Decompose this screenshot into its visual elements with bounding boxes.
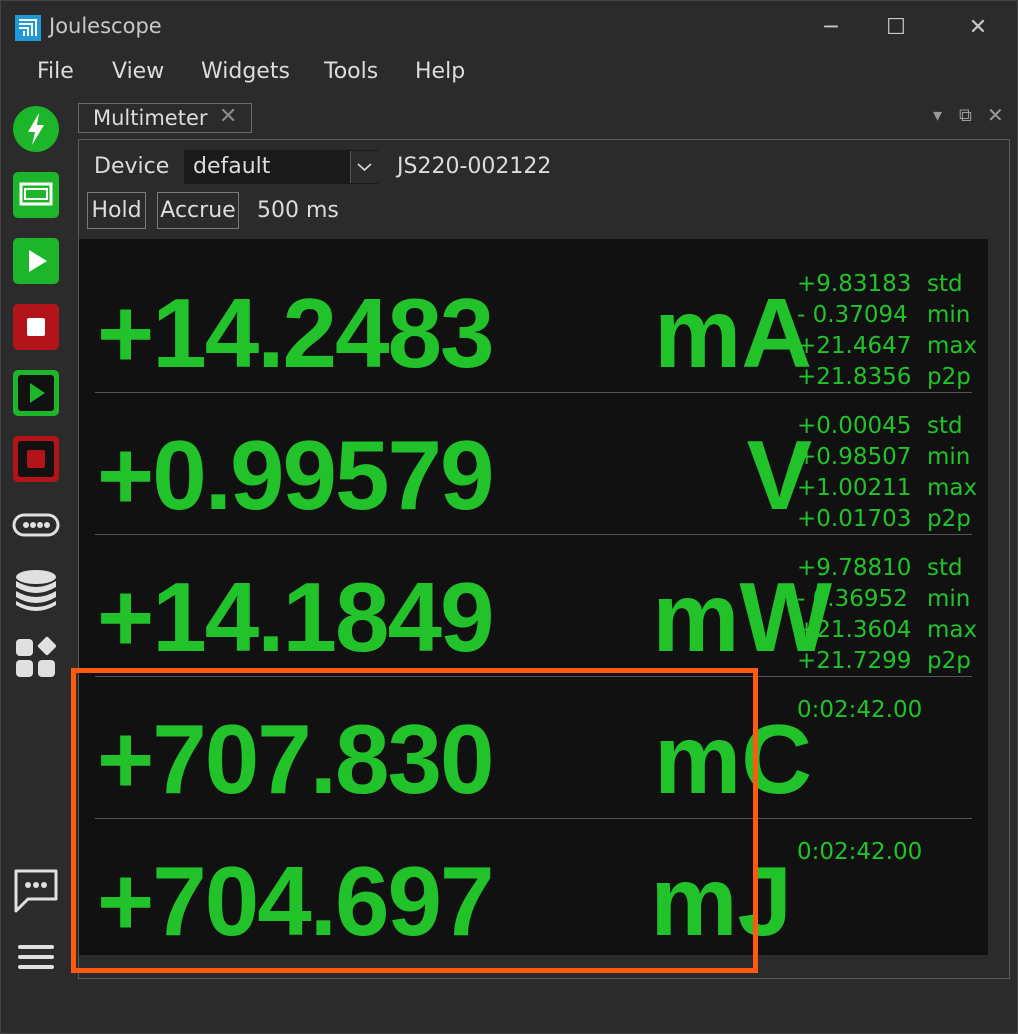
widgets-icon[interactable] xyxy=(12,633,60,681)
menu-widgets[interactable]: Widgets xyxy=(201,59,290,84)
chat-icon[interactable] xyxy=(12,865,60,913)
stat-std: +9.78810 std xyxy=(797,555,963,581)
device-serial: JS220-002122 xyxy=(397,154,552,179)
menu-icon[interactable] xyxy=(12,933,60,981)
menu-view[interactable]: View xyxy=(112,59,164,84)
lightning-icon[interactable] xyxy=(12,105,60,153)
reading-unit: mA xyxy=(654,278,812,388)
reading-current: +14.2483 mA +9.83183 std - 0.37094 min +21… xyxy=(95,251,977,393)
stop-record-icon[interactable] xyxy=(12,435,60,483)
stat-max: +21.4647 max xyxy=(797,333,978,359)
tab-close-icon[interactable]: ✕ xyxy=(219,104,237,129)
stat-max: +1.00211 max xyxy=(797,475,978,501)
app-window: Joulescope ─ ☐ ✕ File View Widgets Tools… xyxy=(0,0,1018,1034)
dock-menu-icon[interactable]: ▾ xyxy=(933,105,942,126)
reading-value: +14.1849 xyxy=(97,562,494,672)
accrue-button[interactable]: Accrue xyxy=(157,192,239,229)
stat-min: - 0.36952 min xyxy=(797,586,971,612)
stat-p2p: +21.7299 p2p xyxy=(797,648,971,674)
menu-tools[interactable]: Tools xyxy=(324,59,378,84)
dock-float-icon[interactable]: ⧉ xyxy=(959,105,972,126)
menu-help[interactable]: Help xyxy=(415,59,465,84)
stop-icon[interactable] xyxy=(12,303,60,351)
stat-std: +0.00045 std xyxy=(797,413,963,439)
joulescope-logo-icon xyxy=(15,15,41,41)
menu-file[interactable]: File xyxy=(37,59,74,84)
reading-power: +14.1849 mW +9.78810 std - 0.36952 min +21… xyxy=(95,535,977,677)
hold-button[interactable]: Hold xyxy=(87,192,146,229)
stat-max: +21.3604 max xyxy=(797,617,978,643)
reading-voltage: +0.99579 V +0.00045 std +0.98507 min +1.00… xyxy=(95,393,977,535)
dock-close-icon[interactable]: ✕ xyxy=(987,103,1004,127)
interval-label: 500 ms xyxy=(257,198,339,223)
tab-multimeter-label: Multimeter xyxy=(93,106,208,130)
minimize-icon[interactable]: ─ xyxy=(816,13,846,43)
title-bar: Joulescope ─ ☐ ✕ xyxy=(1,1,1017,53)
database-icon[interactable] xyxy=(12,567,60,615)
menu-bar: File View Widgets Tools Help xyxy=(1,53,1017,95)
side-toolbar xyxy=(1,97,73,1027)
stat-p2p: +0.01703 p2p xyxy=(797,506,971,532)
close-icon[interactable]: ✕ xyxy=(963,13,993,43)
reading-value: +0.99579 xyxy=(97,420,494,530)
device-window-icon[interactable] xyxy=(12,171,60,219)
stat-p2p: +21.8356 p2p xyxy=(797,364,971,390)
play-icon[interactable] xyxy=(12,237,60,285)
stat-std: +9.83183 std xyxy=(797,271,963,297)
stat-duration: 0:02:42.00 xyxy=(797,697,923,723)
tab-multimeter[interactable]: Multimeter ✕ xyxy=(78,103,252,133)
stat-min: - 0.37094 min xyxy=(797,302,971,328)
highlight-box xyxy=(71,668,758,973)
more-icon[interactable] xyxy=(12,501,60,549)
stat-min: +0.98507 min xyxy=(797,444,971,470)
device-label: Device xyxy=(94,154,170,179)
play-record-icon[interactable] xyxy=(12,369,60,417)
device-select[interactable]: default xyxy=(184,150,378,184)
chevron-down-icon[interactable] xyxy=(350,151,378,183)
stat-duration: 0:02:42.00 xyxy=(797,839,923,865)
maximize-icon[interactable]: ☐ xyxy=(881,13,911,43)
reading-value: +14.2483 xyxy=(97,278,494,388)
device-select-value: default xyxy=(193,154,271,179)
window-title: Joulescope xyxy=(49,14,162,38)
